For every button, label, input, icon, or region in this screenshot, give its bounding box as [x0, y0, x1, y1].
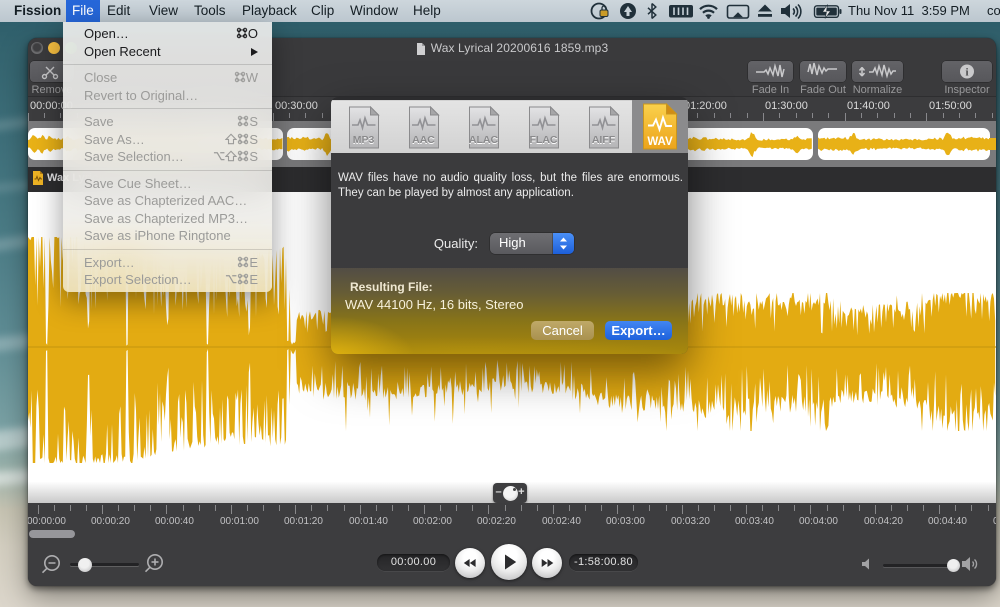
svg-text:AIFF: AIFF: [591, 134, 615, 146]
svg-text:WAV: WAV: [647, 136, 673, 148]
svg-text:ALAC: ALAC: [468, 134, 498, 146]
svg-text:AAC: AAC: [412, 134, 435, 146]
svg-text:FLAC: FLAC: [529, 134, 557, 146]
svg-text:MP3: MP3: [352, 134, 374, 146]
svg-text:i: i: [965, 67, 968, 79]
